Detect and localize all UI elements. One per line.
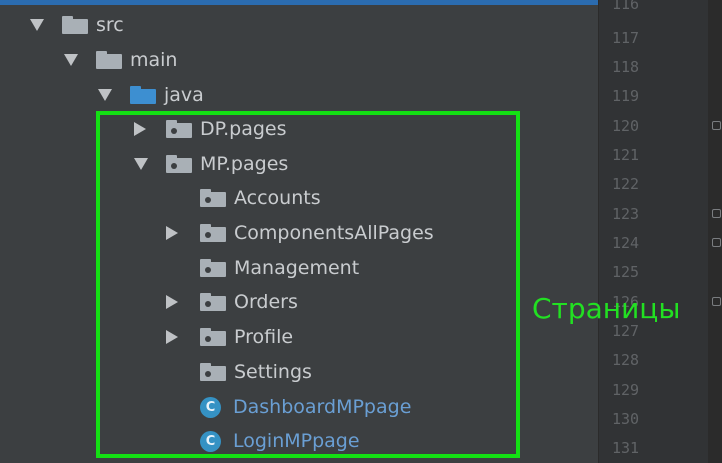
line-number: 117 (612, 29, 640, 47)
folder-icon (96, 51, 122, 69)
fold-marker-icon[interactable] (712, 297, 721, 306)
folder-icon (62, 16, 88, 34)
chevron-down-icon[interactable] (30, 10, 52, 40)
tree-item-main[interactable]: main (64, 45, 177, 75)
source-folder-icon (130, 86, 156, 104)
chevron-down-icon[interactable] (64, 45, 86, 75)
line-number: 129 (612, 381, 640, 399)
line-number: 123 (612, 205, 640, 223)
line-number: 128 (612, 351, 640, 369)
line-number: 119 (612, 87, 640, 105)
line-number: 118 (612, 58, 640, 76)
tree-item-label: main (130, 49, 178, 71)
line-number: 130 (612, 410, 640, 428)
line-number: 125 (612, 263, 640, 281)
line-number: 131 (612, 439, 640, 457)
line-number: 116 (612, 0, 640, 13)
fold-marker-icon[interactable] (712, 209, 721, 218)
line-number: 120 (612, 117, 640, 135)
tree-item-java[interactable]: java (98, 80, 204, 110)
highlight-box (96, 111, 520, 458)
line-number: 122 (612, 175, 640, 193)
fold-marker-icon[interactable] (712, 238, 721, 247)
tree-item-label: java (164, 84, 204, 106)
line-number: 121 (612, 146, 640, 164)
chevron-down-icon[interactable] (98, 80, 120, 110)
fold-marker-icon[interactable] (712, 121, 721, 130)
editor-edge (708, 0, 722, 463)
line-number: 124 (612, 234, 640, 252)
annotation-label: Страницы (532, 292, 681, 325)
tree-item-src[interactable]: src (30, 10, 124, 40)
tree-item-label: src (96, 14, 124, 36)
